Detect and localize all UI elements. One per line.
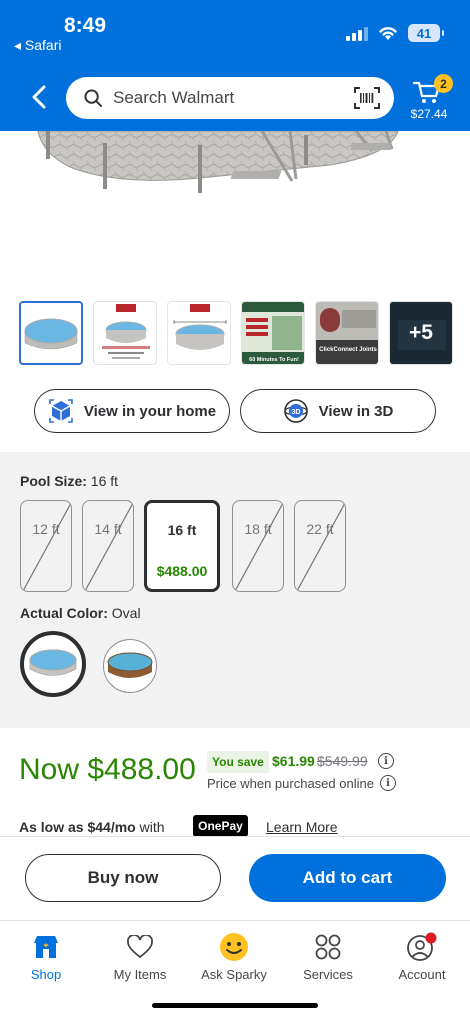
was-price: $549.99 bbox=[317, 753, 368, 769]
3d-icon: 3D bbox=[283, 399, 308, 423]
pool-image bbox=[37, 131, 399, 193]
product-main-image[interactable] bbox=[0, 131, 470, 296]
save-amount: $61.99 bbox=[272, 753, 315, 769]
shop-icon bbox=[34, 936, 58, 958]
back-button[interactable] bbox=[24, 82, 54, 112]
barcode-scan-icon[interactable] bbox=[354, 87, 380, 109]
cart-button[interactable]: 2 $27.44 bbox=[406, 74, 453, 126]
search-placeholder: Search Walmart bbox=[113, 88, 235, 107]
pool-size-selected: 16 ft bbox=[90, 473, 119, 489]
financing-amount: As low as $44/mo bbox=[19, 819, 136, 835]
thumbnail-2[interactable] bbox=[93, 301, 157, 365]
search-input[interactable]: Search Walmart bbox=[66, 77, 394, 119]
nav-label: Shop bbox=[30, 967, 62, 982]
ar-cube-icon bbox=[49, 399, 73, 423]
unavailable-slash bbox=[296, 502, 345, 591]
color-swatch-oval[interactable] bbox=[20, 631, 86, 697]
price-note: Price when purchased online bbox=[207, 776, 374, 791]
buy-now-button[interactable]: Buy now bbox=[25, 854, 221, 902]
thumbnail-5-caption: ClickConnect Joints bbox=[319, 347, 377, 353]
color-label: Actual Color: Oval bbox=[20, 605, 141, 621]
color-swatch-round-wood[interactable] bbox=[103, 639, 157, 693]
home-indicator bbox=[152, 1003, 318, 1008]
status-time: 8:49 bbox=[64, 14, 107, 37]
color-selected: Oval bbox=[111, 605, 141, 621]
nav-label: Services bbox=[303, 967, 353, 982]
unavailable-slash bbox=[84, 502, 133, 591]
thumbnail-1[interactable] bbox=[19, 301, 83, 365]
size-option-18[interactable]: 18 ft bbox=[232, 500, 284, 592]
size-option-22[interactable]: 22 ft bbox=[294, 500, 346, 592]
add-to-cart-button[interactable]: Add to cart bbox=[249, 854, 446, 902]
thumbnail-4[interactable]: 60 Minutes To Fun! bbox=[241, 301, 305, 365]
chevron-left-icon bbox=[32, 85, 46, 109]
size-option-12[interactable]: 12 ft bbox=[20, 500, 72, 592]
view-in-home-label: View in your home bbox=[83, 402, 217, 420]
nav-label: Ask Sparky bbox=[201, 967, 267, 982]
pool-size-label: Pool Size: 16 ft bbox=[20, 473, 118, 489]
unavailable-slash bbox=[234, 502, 283, 591]
header: 8:49 ◂ Safari 41 Search Walmart 2 $27.44 bbox=[0, 0, 470, 131]
financing-text: As low as $44/mo with bbox=[19, 819, 165, 835]
info-icon[interactable]: i bbox=[378, 753, 394, 769]
you-save-badge: You save bbox=[207, 751, 269, 773]
learn-more-link[interactable]: Learn More bbox=[266, 819, 338, 835]
heart-icon bbox=[127, 935, 153, 959]
battery-icon: 41 bbox=[408, 24, 444, 42]
nav-services[interactable]: Services bbox=[288, 931, 368, 982]
sparky-icon bbox=[220, 933, 248, 961]
financing-with: with bbox=[139, 819, 165, 835]
current-price: Now $488.00 bbox=[19, 753, 196, 786]
account-icon bbox=[407, 932, 437, 961]
cart-total: $27.44 bbox=[410, 107, 448, 121]
unavailable-slash bbox=[22, 502, 71, 591]
nav-label: Account bbox=[398, 967, 446, 982]
wifi-icon bbox=[379, 27, 397, 40]
pool-size-title: Pool Size: bbox=[20, 473, 87, 489]
search-icon bbox=[84, 88, 103, 107]
info-icon[interactable]: i bbox=[380, 775, 396, 791]
thumbnail-more[interactable]: +5 bbox=[389, 301, 453, 365]
thumbnail-strip: 60 Minutes To Fun! ClickConnect Joints +… bbox=[19, 301, 453, 365]
nav-ask-sparky[interactable]: Ask Sparky bbox=[194, 931, 274, 982]
nav-label: My Items bbox=[113, 967, 167, 982]
back-app-label: Safari bbox=[24, 37, 62, 53]
svg-text:3D: 3D bbox=[291, 409, 300, 416]
thumbnail-4-caption: 60 Minutes To Fun! bbox=[249, 357, 299, 363]
back-to-app[interactable]: ◂ Safari bbox=[14, 37, 62, 54]
view-in-3d-button[interactable]: 3D View in 3D bbox=[240, 389, 436, 433]
nav-shop[interactable]: Shop bbox=[6, 931, 86, 982]
view-in-home-button[interactable]: View in your home bbox=[34, 389, 230, 433]
services-grid-icon bbox=[315, 934, 341, 960]
cellular-signal-icon bbox=[346, 25, 368, 41]
size-option-14[interactable]: 14 ft bbox=[82, 500, 134, 592]
color-title: Actual Color: bbox=[20, 605, 108, 621]
view-in-3d-label: View in 3D bbox=[318, 402, 394, 420]
thumbnail-3[interactable] bbox=[167, 301, 231, 365]
cart-count-badge: 2 bbox=[434, 74, 453, 93]
onepay-logo: OnePay bbox=[193, 815, 248, 837]
size-option-price: $488.00 bbox=[156, 563, 208, 579]
size-option-16-selected[interactable]: 16 ft $488.00 bbox=[144, 500, 220, 592]
product-page: 8:49 ◂ Safari 41 Search Walmart 2 $27.44… bbox=[0, 0, 470, 1020]
nav-my-items[interactable]: My Items bbox=[100, 931, 180, 982]
status-icons: 41 bbox=[346, 24, 444, 42]
sticky-action-bar: Buy now Add to cart bbox=[0, 836, 470, 920]
more-images-count: +5 bbox=[390, 302, 452, 364]
size-option-label: 16 ft bbox=[167, 522, 197, 538]
nav-account[interactable]: Account bbox=[382, 931, 462, 982]
thumbnail-5[interactable]: ClickConnect Joints bbox=[315, 301, 379, 365]
